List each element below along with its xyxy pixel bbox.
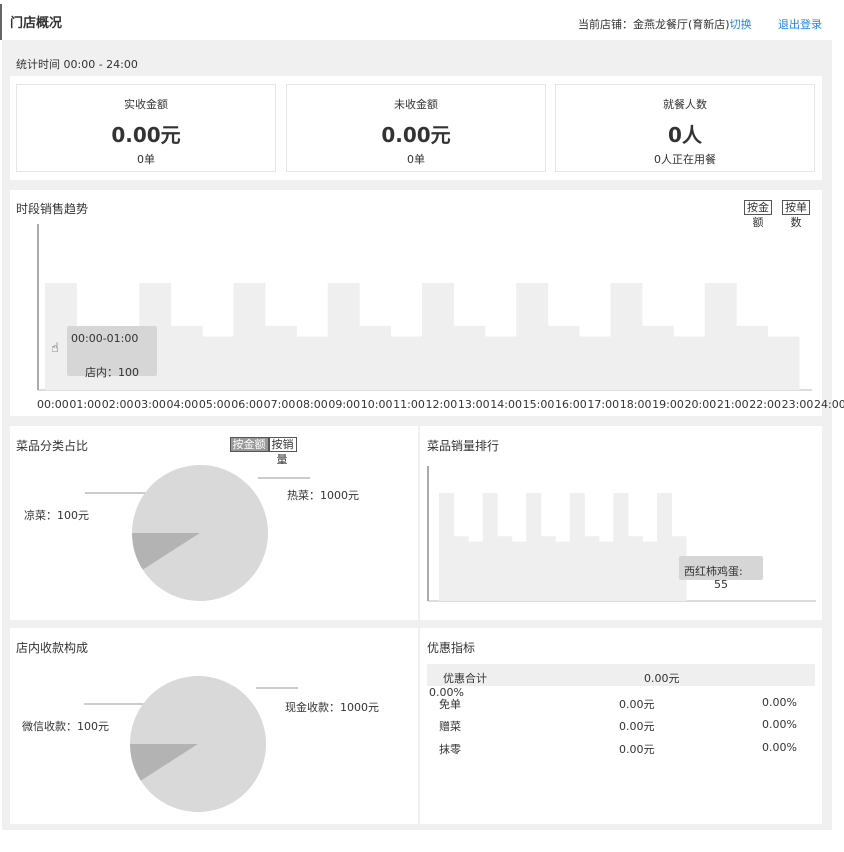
ranking-bar[interactable] (584, 536, 600, 601)
discount-row-name: 免单 (439, 698, 461, 711)
discount-title: 优惠指标 (427, 641, 476, 655)
ranking-bar[interactable] (540, 536, 556, 601)
discount-row-name: 赠菜 (439, 720, 461, 733)
trend-bar[interactable] (579, 336, 611, 391)
trend-tooltip-value: 店内：100 (85, 366, 139, 379)
ranking-bar[interactable] (555, 541, 571, 601)
trend-x-tick: 01:00 (69, 398, 102, 411)
trend-bar[interactable] (422, 283, 454, 390)
trend-bar[interactable] (170, 325, 203, 390)
ranking-tooltip-name: 西红柿鸡蛋: (684, 565, 743, 578)
trend-bar[interactable] (359, 325, 392, 390)
trend-x-tick: 16:00 (555, 398, 587, 411)
ranking-bar[interactable] (439, 493, 455, 601)
trend-bar[interactable] (736, 325, 769, 390)
trend-x-tick: 10:00 (360, 398, 393, 411)
trend-x-tick: 00:00 (37, 398, 69, 411)
trend-bar[interactable] (673, 336, 706, 391)
category-pie (132, 465, 268, 601)
hand-pointer-icon: ☝ (51, 341, 59, 356)
trend-tooltip-time: 00:00-01:00 (71, 332, 139, 345)
ranking-bar[interactable] (627, 536, 643, 601)
trend-x-tick: 19:00 (652, 398, 684, 411)
payment-pie (130, 676, 266, 812)
category-pie-chart (85, 465, 310, 601)
pie-label-cash: 现金收款：1000元 (285, 701, 379, 714)
ranking-bar[interactable] (656, 493, 672, 601)
pie-label-cold: 凉菜：100元 (24, 509, 89, 522)
trend-x-tick: 17:00 (587, 398, 620, 411)
trend-x-tick: 22:00 (749, 398, 781, 411)
trend-bar[interactable] (264, 325, 297, 390)
trend-bar[interactable] (296, 336, 329, 391)
ranking-bar[interactable] (497, 536, 513, 601)
trend-x-tick: 18:00 (619, 398, 652, 411)
ranking-bar[interactable] (453, 536, 469, 601)
trend-x-tick: 07:00 (263, 398, 296, 411)
trend-x-tick: 15:00 (522, 398, 555, 411)
trend-bar[interactable] (767, 336, 800, 391)
ranking-tooltip-value: 55 (714, 578, 728, 591)
trend-x-tick: 24:00 (814, 398, 844, 411)
ranking-bar[interactable] (468, 541, 484, 601)
trend-x-tick: 23:00 (781, 398, 814, 411)
ranking-bar[interactable] (482, 493, 498, 601)
trend-x-tick: 13:00 (457, 398, 490, 411)
trend-bar[interactable] (390, 336, 423, 391)
ranking-bar[interactable] (598, 541, 614, 601)
discount-row-value: 0.00元 (619, 743, 655, 756)
trend-bar[interactable] (233, 283, 266, 390)
trend-bar[interactable] (641, 325, 674, 390)
pie-label-hot: 热菜：1000元 (287, 489, 359, 502)
trend-x-tick: 05:00 (198, 398, 231, 411)
trend-x-tick: 21:00 (716, 398, 749, 411)
discount-row-pct: 0.00% (762, 741, 797, 754)
trend-bar[interactable] (453, 325, 486, 390)
trend-bar[interactable] (547, 325, 580, 390)
discount-row-value: 0.00元 (619, 720, 655, 733)
ranking-bar[interactable] (613, 493, 629, 601)
discount-row-pct: 0.00% (762, 696, 797, 709)
discount-row-pct: 0.00% (762, 718, 797, 731)
trend-x-tick: 06:00 (231, 398, 263, 411)
trend-bar[interactable] (484, 336, 517, 391)
trend-x-tick: 03:00 (134, 398, 166, 411)
trend-tooltip: 00:00-01:00 店内：100 (67, 326, 157, 379)
trend-bar[interactable] (610, 283, 643, 390)
trend-x-tick: 20:00 (684, 398, 717, 411)
ranking-bar[interactable] (526, 493, 542, 601)
trend-bar[interactable] (327, 283, 360, 390)
discount-total-value: 0.00元 (644, 672, 680, 685)
trend-x-tick: 09:00 (328, 398, 361, 411)
trend-bar[interactable] (202, 336, 234, 391)
trend-bar[interactable] (704, 283, 737, 390)
trend-bar[interactable] (516, 283, 549, 390)
discount-row-value: 0.00元 (619, 698, 655, 711)
discount-row-name: 抹零 (439, 743, 461, 756)
pie-label-wechat: 微信收款：100元 (22, 720, 109, 733)
trend-x-tick: 14:00 (490, 398, 522, 411)
discount-total-label: 优惠合计 (443, 672, 487, 685)
trend-x-tick: 02:00 (101, 398, 134, 411)
ranking-bar-chart (427, 466, 816, 602)
ranking-bar[interactable] (511, 541, 527, 601)
trend-x-tick: 12:00 (425, 398, 458, 411)
ranking-bar[interactable] (569, 493, 585, 601)
ranking-bar[interactable] (642, 541, 658, 601)
trend-x-tick: 11:00 (393, 398, 425, 411)
trend-x-tick: 08:00 (296, 398, 328, 411)
trend-x-tick: 04:00 (166, 398, 199, 411)
